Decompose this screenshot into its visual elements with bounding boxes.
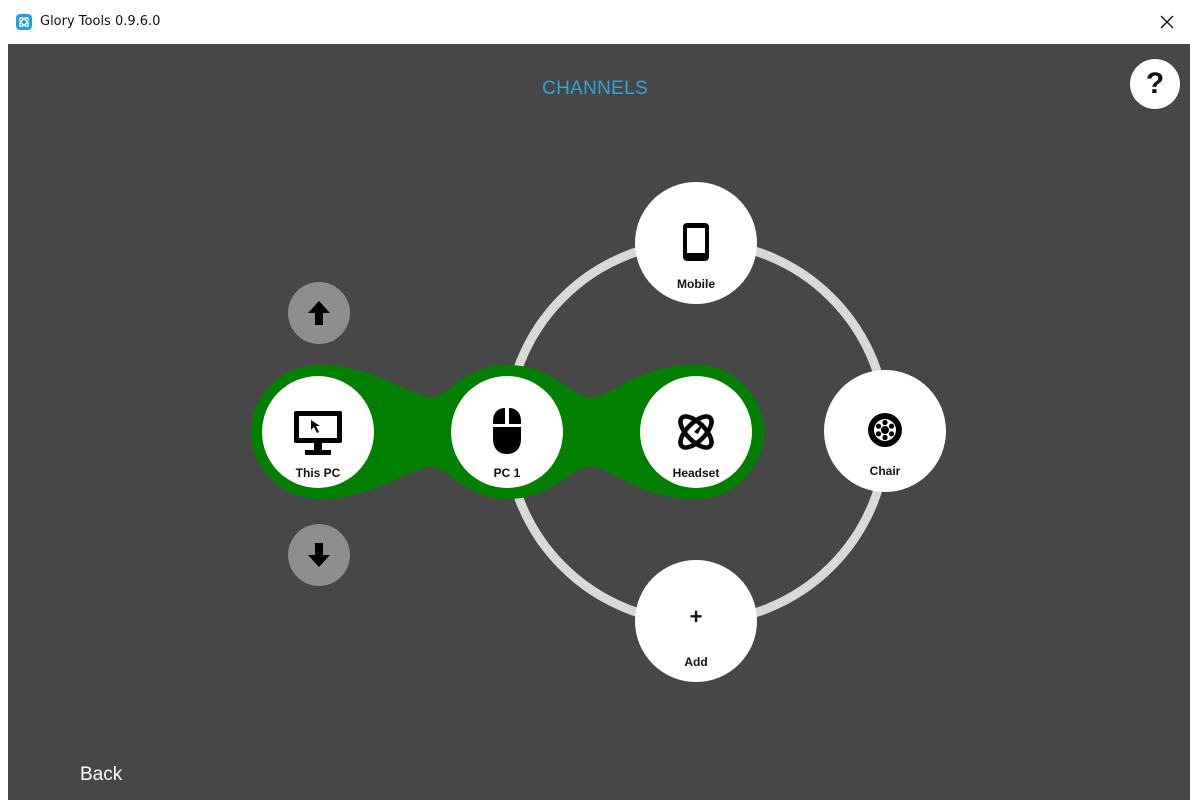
mouse-icon	[493, 408, 521, 454]
back-button[interactable]: Back	[80, 764, 122, 786]
move-down-button[interactable]	[288, 524, 350, 586]
add-channel-button[interactable]: + Add	[635, 560, 757, 682]
arrow-down-icon	[308, 543, 330, 567]
move-up-button[interactable]	[288, 282, 350, 344]
channel-node-chair[interactable]: Chair	[824, 370, 946, 492]
channel-node-mobile[interactable]: Mobile	[635, 182, 757, 304]
arrow-up-icon	[308, 301, 330, 325]
monitor-icon	[294, 411, 342, 455]
channel-node-headset[interactable]: Headset	[640, 376, 752, 488]
wheel-icon	[868, 413, 902, 447]
channel-node-pc-1[interactable]: PC 1	[451, 376, 563, 488]
channel-label: Chair	[869, 464, 901, 478]
channel-node-this-pc[interactable]: This PC	[262, 376, 374, 488]
headset-logo-icon	[678, 414, 714, 450]
plus-icon: +	[689, 604, 703, 629]
channel-label: Add	[684, 655, 708, 669]
channel-label: Mobile	[677, 277, 715, 291]
channel-label: PC 1	[493, 466, 521, 480]
channel-label: Headset	[672, 466, 720, 480]
phone-icon	[683, 223, 709, 261]
channel-diagram	[251, 237, 892, 627]
channel-label: This PC	[295, 466, 341, 480]
